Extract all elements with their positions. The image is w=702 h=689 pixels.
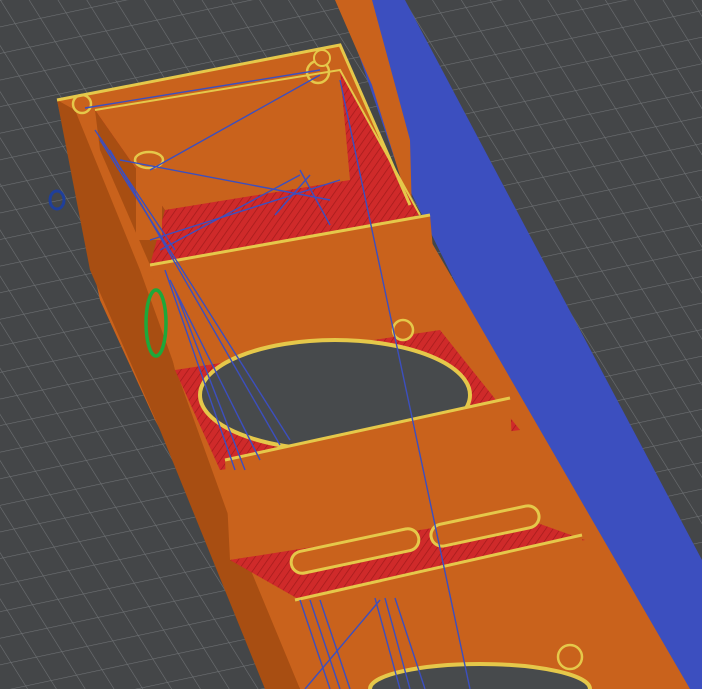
gcode-preview-viewport[interactable] [0,0,702,689]
screw-post-front [556,643,584,671]
preview-canvas[interactable] [0,0,702,689]
screw-post-mid [391,318,415,342]
